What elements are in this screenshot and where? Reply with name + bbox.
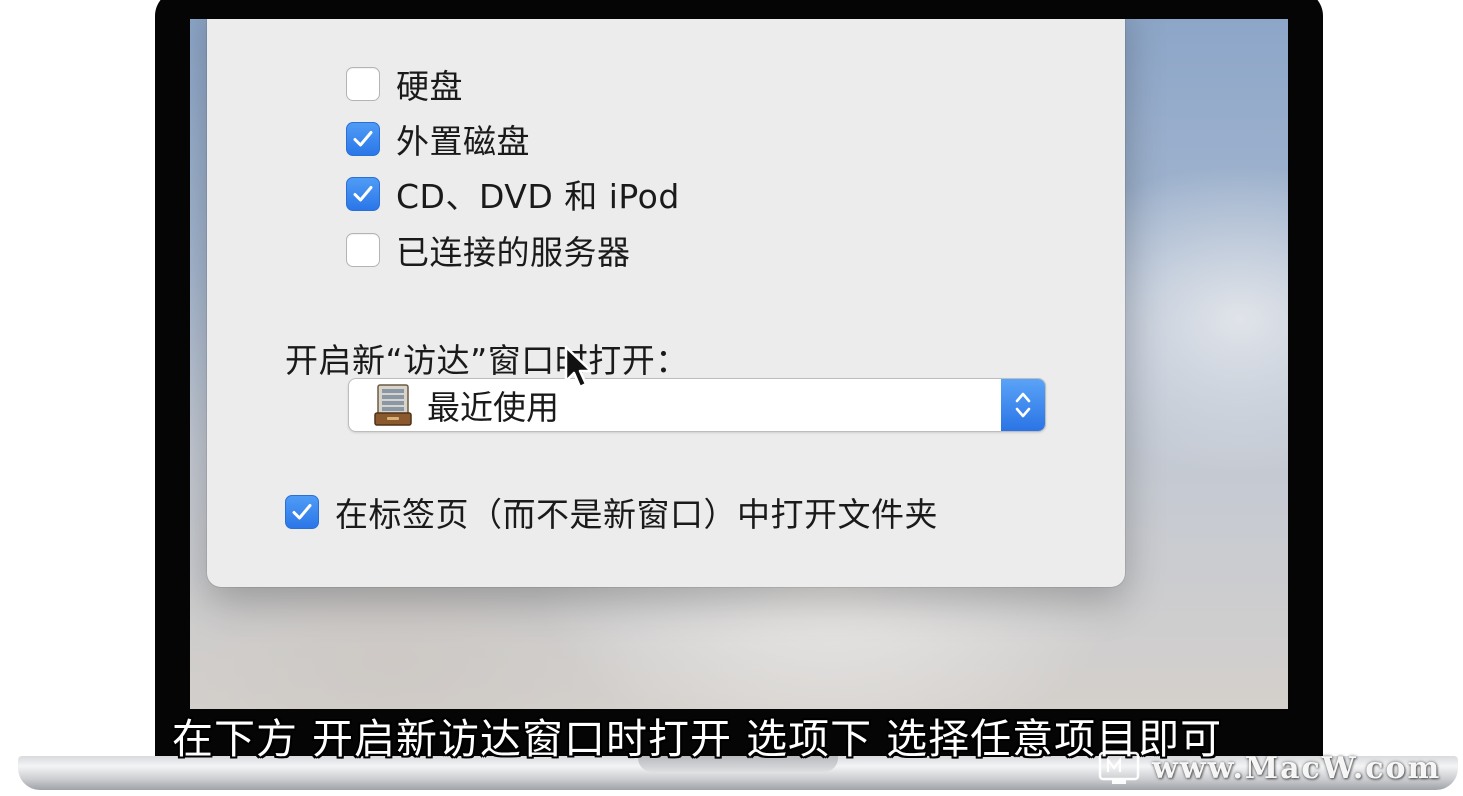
external-disks-label: 外置磁盘 (396, 122, 530, 161)
new-window-title: 开启新“访达”窗口时打开： (285, 341, 689, 380)
popup-selected-value: 最近使用 (427, 388, 559, 427)
open-in-tabs-label: 在标签页（而不是新窗口）中打开文件夹 (335, 495, 938, 534)
checkmark-icon (353, 131, 373, 147)
site-watermark: www.MacW.com (1098, 750, 1441, 786)
cds-dvds-checkbox[interactable] (346, 177, 380, 211)
open-in-tabs-checkbox[interactable] (285, 495, 319, 529)
cds-dvds-label: CD、DVD 和 iPod (396, 177, 680, 216)
external-disks-checkbox[interactable] (346, 122, 380, 156)
checkmark-icon (292, 504, 312, 520)
laptop-screen: 硬盘 外置磁盘 CD、DVD 和 iPod 已连接的服务器 开启新“访达”窗口时… (190, 19, 1288, 709)
watermark-text: www.MacW.com (1152, 750, 1442, 786)
video-frame: 硬盘 外置磁盘 CD、DVD 和 iPod 已连接的服务器 开启新“访达”窗口时… (0, 0, 1463, 796)
mouse-pointer-icon (564, 345, 593, 389)
recents-cabinet-icon (374, 384, 412, 426)
finder-preferences-panel: 硬盘 外置磁盘 CD、DVD 和 iPod 已连接的服务器 开启新“访达”窗口时… (207, 19, 1125, 587)
sidebar-option-hard-disks[interactable]: 硬盘 (346, 64, 463, 106)
popup-stepper[interactable] (1001, 379, 1045, 431)
sidebar-option-cds-dvds[interactable]: CD、DVD 和 iPod (346, 174, 680, 216)
open-in-tabs-option[interactable]: 在标签页（而不是新窗口）中打开文件夹 (285, 492, 938, 534)
new-window-popup[interactable]: 最近使用 (348, 378, 1046, 432)
macw-logo-icon (1098, 751, 1140, 784)
video-subtitle: 在下方 开启新访达窗口时打开 选项下 选择任意项目即可 (172, 715, 1223, 763)
hard-disks-label: 硬盘 (396, 67, 463, 106)
sidebar-option-external-disks[interactable]: 外置磁盘 (346, 119, 530, 161)
connected-servers-checkbox[interactable] (346, 233, 380, 267)
chevron-updown-icon (1015, 392, 1031, 418)
checkmark-icon (353, 186, 373, 202)
sidebar-option-connected-servers[interactable]: 已连接的服务器 (346, 230, 631, 272)
hard-disks-checkbox[interactable] (346, 67, 380, 101)
connected-servers-label: 已连接的服务器 (396, 233, 631, 272)
